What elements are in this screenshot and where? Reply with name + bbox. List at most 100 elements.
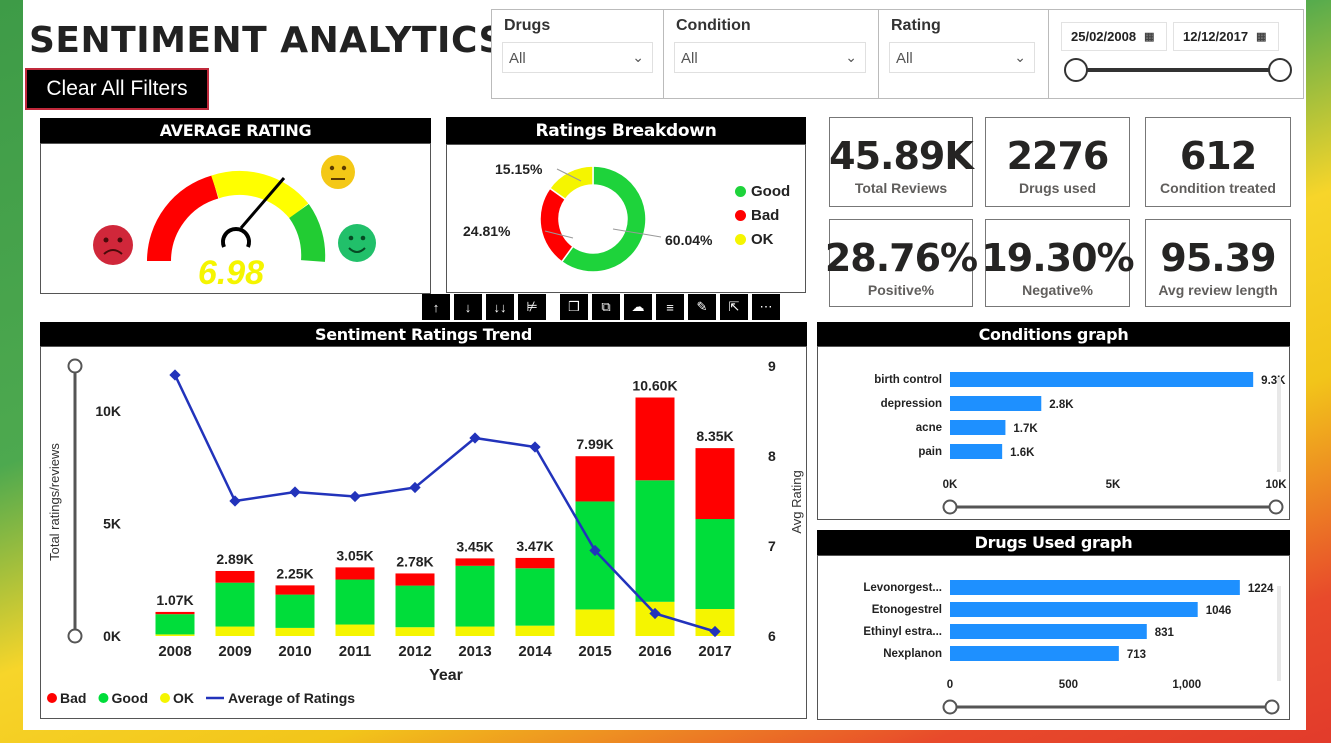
bar-segment-ok[interactable] bbox=[155, 634, 195, 636]
arrow-up-icon[interactable]: ↑ bbox=[422, 294, 450, 320]
bar-segment-good[interactable] bbox=[455, 565, 495, 627]
kpi-value: 19.30% bbox=[981, 236, 1134, 280]
bar-segment-ok[interactable] bbox=[335, 624, 375, 636]
bar-segment-good[interactable] bbox=[335, 579, 375, 625]
bar-segment-bad[interactable] bbox=[635, 397, 675, 481]
y-zoom-handle-top[interactable] bbox=[67, 358, 83, 374]
bar-segment-ok[interactable] bbox=[455, 626, 495, 636]
expand-hierarchy-icon[interactable]: ⊭ bbox=[518, 294, 546, 320]
bar[interactable] bbox=[950, 396, 1042, 411]
bar-segment-bad[interactable] bbox=[695, 448, 735, 519]
y-axis-title: Total ratings/reviews bbox=[47, 443, 62, 561]
bar-segment-ok[interactable] bbox=[515, 625, 555, 636]
bar-segment-good[interactable] bbox=[275, 594, 315, 628]
bar-segment-ok[interactable] bbox=[575, 609, 615, 636]
avg-rating-point[interactable] bbox=[529, 441, 541, 453]
page-title: SENTIMENT ANALYTICS bbox=[29, 20, 505, 61]
bar[interactable] bbox=[950, 602, 1198, 617]
date-start-handle[interactable] bbox=[1064, 58, 1088, 82]
bar-segment-ok[interactable] bbox=[395, 627, 435, 636]
y2-axis-title: Avg Rating bbox=[789, 470, 804, 533]
bar-segment-bad[interactable] bbox=[575, 456, 615, 502]
drugs-slicer-label: Drugs bbox=[504, 17, 551, 34]
scrollbar[interactable] bbox=[1277, 586, 1281, 681]
clear-all-filters-button[interactable]: Clear All Filters bbox=[25, 68, 209, 110]
bar-total-label: 2.25K bbox=[276, 565, 313, 581]
legend-item[interactable]: Average of Ratings bbox=[206, 690, 355, 706]
bar-segment-bad[interactable] bbox=[515, 557, 555, 569]
pin-icon[interactable]: ❒ bbox=[560, 294, 588, 320]
kpi-label: Total Reviews bbox=[854, 180, 948, 196]
bar-total-label: 3.05K bbox=[336, 547, 373, 563]
copy-icon[interactable]: ⧉ bbox=[592, 294, 620, 320]
legend-item-good[interactable]: Good bbox=[735, 183, 790, 200]
bar-segment-good[interactable] bbox=[395, 585, 435, 628]
bar-segment-good[interactable] bbox=[515, 568, 555, 626]
bar-segment-good[interactable] bbox=[215, 582, 255, 627]
kpi-positive-pct: 28.76% Positive% bbox=[825, 219, 978, 307]
x-tick-label: 2008 bbox=[158, 643, 191, 660]
legend-item-ok[interactable]: OK bbox=[735, 231, 790, 248]
bar-segment-bad[interactable] bbox=[455, 558, 495, 566]
avg-rating-point[interactable] bbox=[229, 495, 241, 507]
rating-dropdown[interactable]: All ⌄ bbox=[889, 42, 1035, 73]
bar-segment-bad[interactable] bbox=[215, 570, 255, 583]
gauge-chart: 6.98 bbox=[93, 155, 376, 292]
condition-dropdown[interactable]: All ⌄ bbox=[674, 42, 866, 73]
x-zoom-handle-right[interactable] bbox=[1264, 699, 1280, 715]
gauge-yellow-band bbox=[211, 171, 309, 219]
y2-tick-label: 6 bbox=[768, 628, 776, 644]
y-zoom-handle-bottom[interactable] bbox=[67, 628, 83, 644]
x-tick-label: 2012 bbox=[398, 643, 431, 660]
bar-segment-bad[interactable] bbox=[395, 573, 435, 586]
bar-segment-good[interactable] bbox=[695, 519, 735, 609]
start-date-input[interactable]: 25/02/2008 ▦ bbox=[1061, 22, 1167, 51]
y-tick-label: 0K bbox=[103, 628, 121, 644]
double-arrow-down-icon[interactable]: ↓↓ bbox=[486, 294, 514, 320]
more-options-icon[interactable]: ⋯ bbox=[752, 294, 780, 320]
arrow-down-icon[interactable]: ↓ bbox=[454, 294, 482, 320]
spotlight-icon[interactable]: ✎ bbox=[688, 294, 716, 320]
bar[interactable] bbox=[950, 624, 1147, 639]
scrollbar[interactable] bbox=[1277, 377, 1281, 472]
avg-rating-value: 6.98 bbox=[198, 254, 264, 292]
filter-icon[interactable]: ≡ bbox=[656, 294, 684, 320]
legend-item[interactable]: Good bbox=[98, 690, 148, 706]
bar-segment-ok[interactable] bbox=[275, 627, 315, 636]
end-date-input[interactable]: 12/12/2017 ▦ bbox=[1173, 22, 1279, 51]
bar[interactable] bbox=[950, 646, 1119, 661]
bar[interactable] bbox=[950, 420, 1006, 435]
x-zoom-handle-left[interactable] bbox=[942, 699, 958, 715]
avg-rating-point[interactable] bbox=[289, 486, 301, 498]
chevron-down-icon: ⌄ bbox=[1014, 49, 1026, 65]
date-end-handle[interactable] bbox=[1268, 58, 1292, 82]
avg-rating-point[interactable] bbox=[169, 369, 181, 381]
y2-tick-label: 9 bbox=[768, 358, 776, 374]
bar-segment-ok[interactable] bbox=[215, 626, 255, 636]
bar-segment-good[interactable] bbox=[155, 614, 195, 635]
focus-mode-icon[interactable]: ⇱ bbox=[720, 294, 748, 320]
avg-rating-point[interactable] bbox=[349, 490, 361, 503]
donut-slice-bad[interactable] bbox=[539, 187, 574, 263]
drugs-dropdown[interactable]: All ⌄ bbox=[502, 42, 653, 73]
bar-segment-bad[interactable] bbox=[275, 585, 315, 595]
breakdown-legend: Good Bad OK bbox=[735, 183, 790, 248]
legend-label: Bad bbox=[751, 207, 780, 224]
bar[interactable] bbox=[950, 372, 1254, 387]
legend-item-bad[interactable]: Bad bbox=[735, 207, 790, 224]
bell-icon[interactable]: ☁ bbox=[624, 294, 652, 320]
calendar-icon: ▦ bbox=[1144, 31, 1155, 43]
gauge-hub bbox=[221, 227, 251, 248]
legend-item[interactable]: Bad bbox=[47, 690, 86, 706]
donut-label-bad: 24.81% bbox=[463, 223, 511, 239]
x-zoom-handle-left[interactable] bbox=[942, 499, 958, 515]
bar-segment-bad[interactable] bbox=[155, 611, 195, 615]
bar[interactable] bbox=[950, 580, 1240, 595]
visual-toolbar: ↑ ↓ ↓↓ ⊭ ❒ ⧉ ☁ ≡ ✎ ⇱ ⋯ bbox=[422, 294, 780, 320]
avg-rating-line[interactable] bbox=[173, 374, 716, 633]
bar-segment-good[interactable] bbox=[635, 480, 675, 602]
legend-item[interactable]: OK bbox=[160, 690, 194, 706]
x-zoom-handle-right[interactable] bbox=[1268, 499, 1284, 515]
bar[interactable] bbox=[950, 444, 1003, 459]
bar-segment-bad[interactable] bbox=[335, 567, 375, 580]
